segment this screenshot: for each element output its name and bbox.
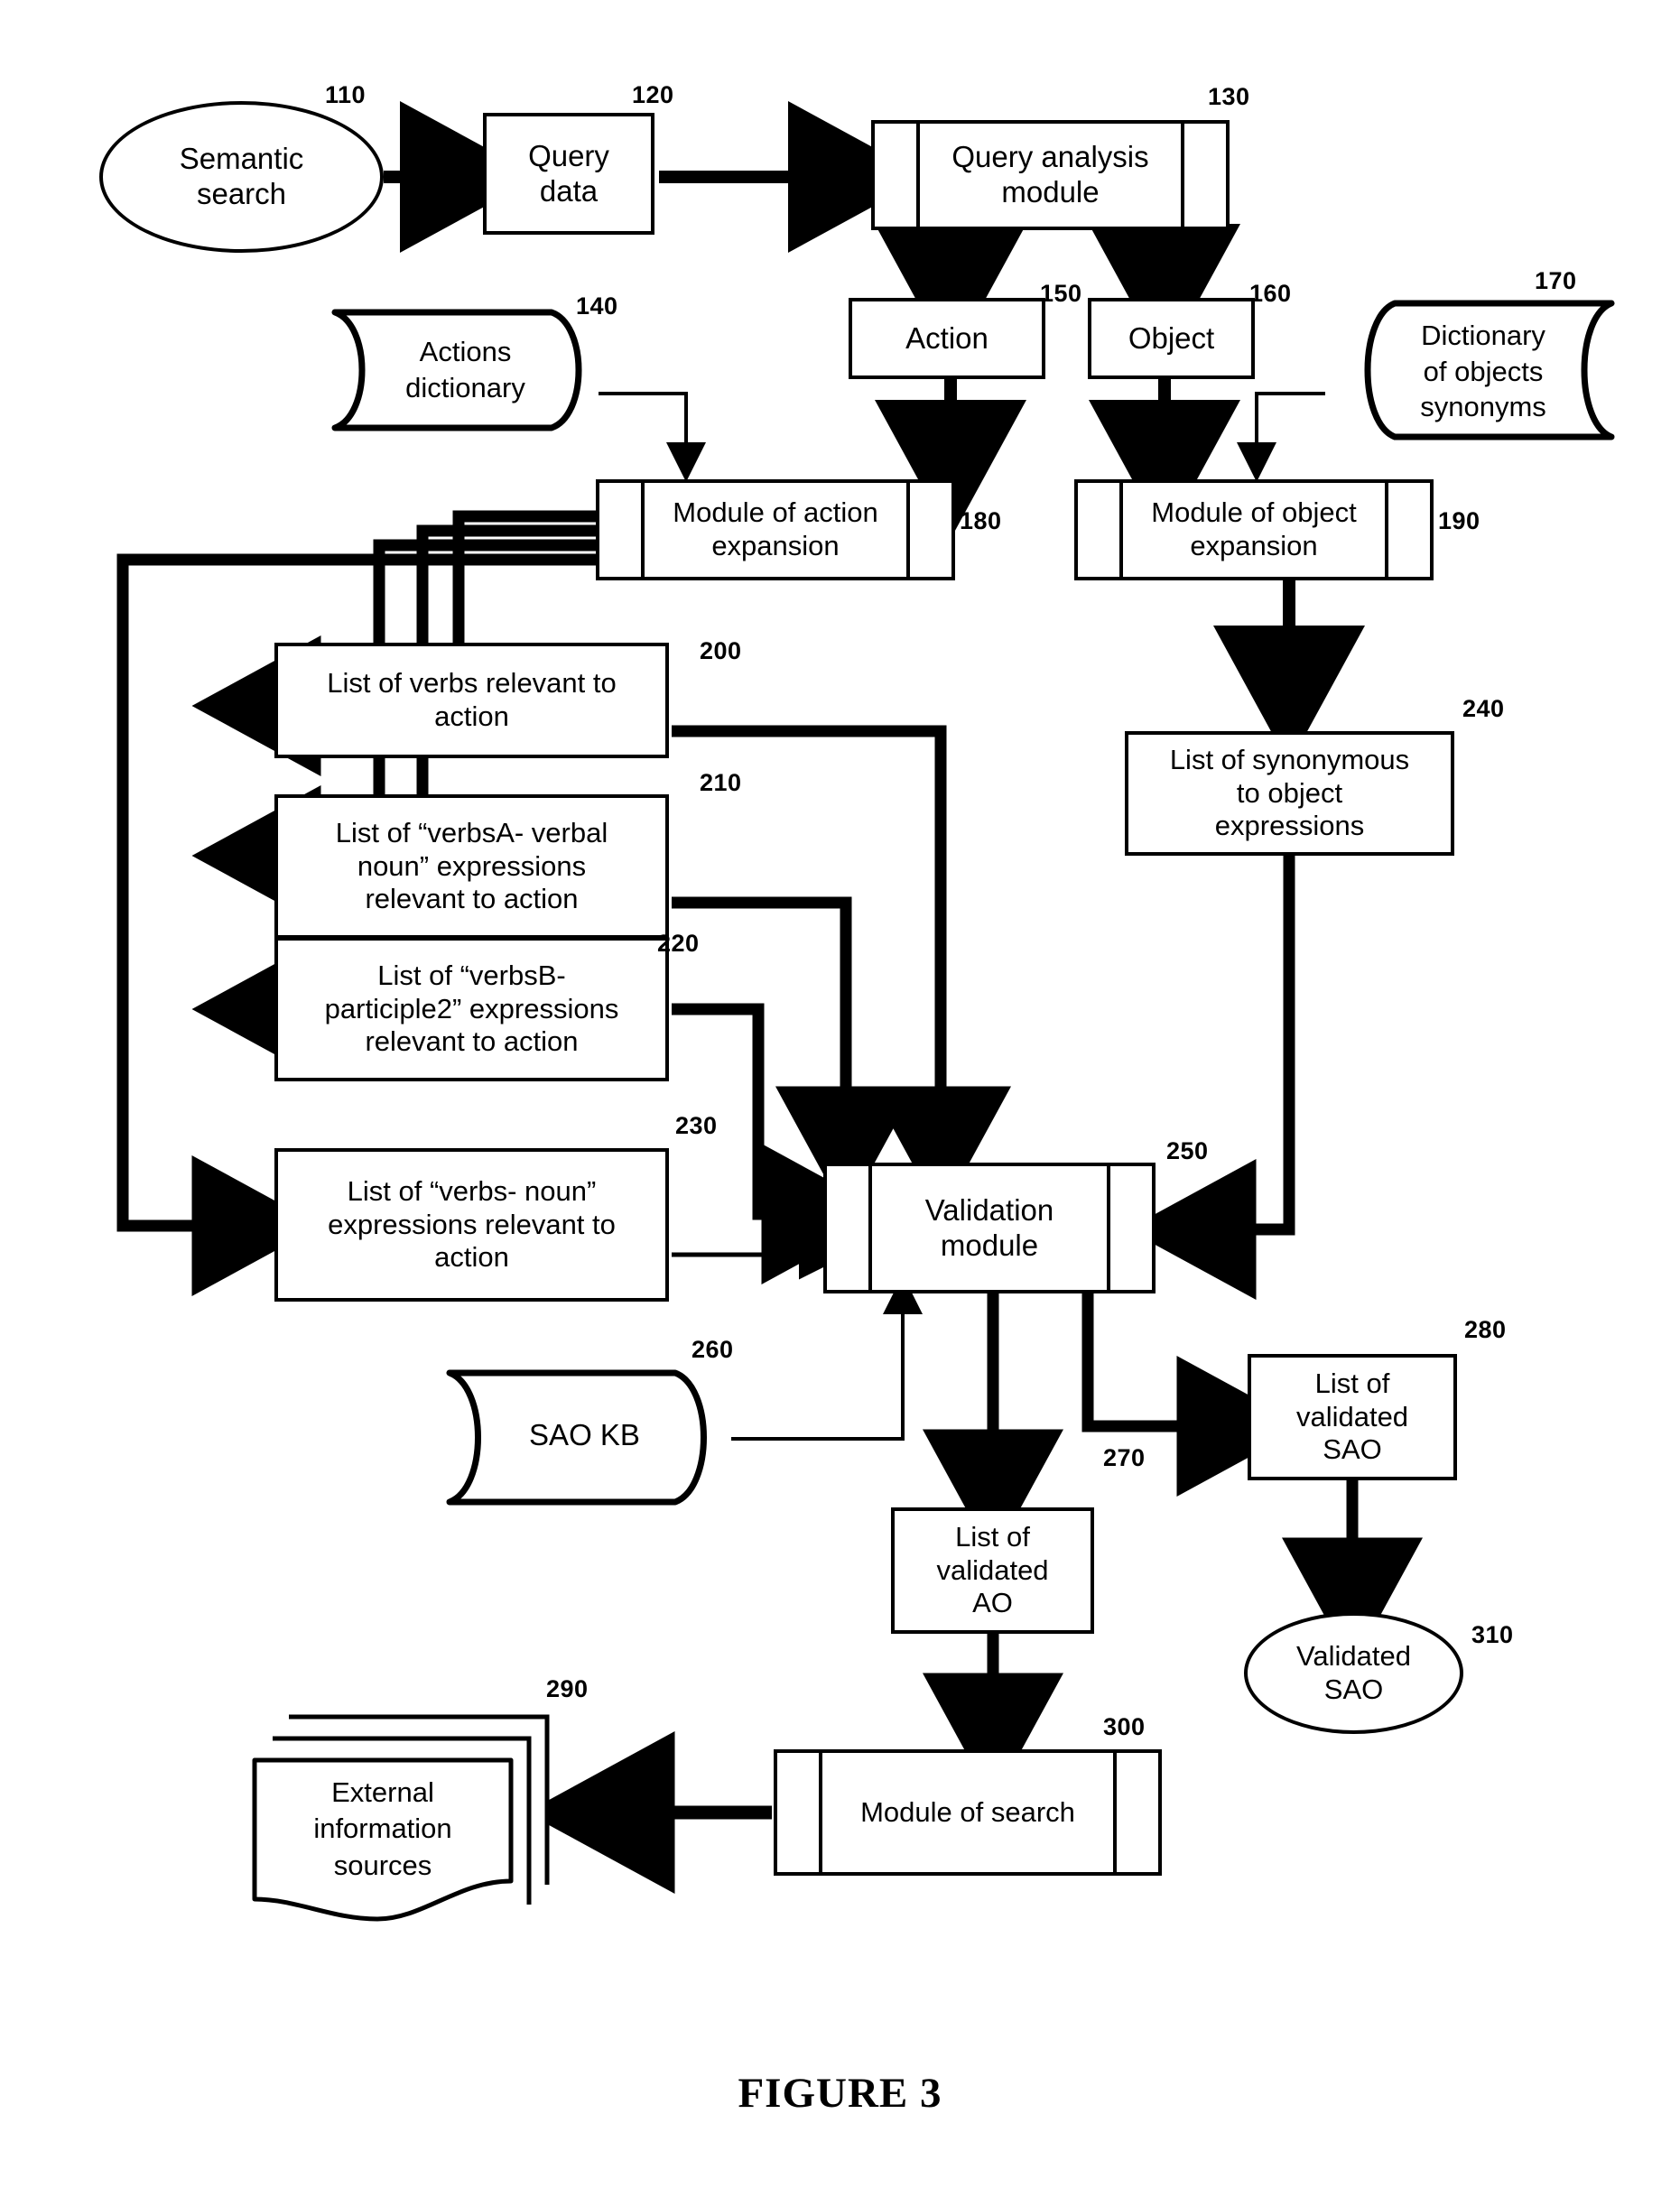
- node-list-verbs-noun[interactable]: List of “verbs- noun” expressions releva…: [274, 1148, 669, 1302]
- patent-figure: Semantic search 110 Query data 120 Query…: [0, 0, 1680, 2188]
- wire-validation-to-list280: [1081, 1293, 1306, 1497]
- ref-310: 310: [1471, 1621, 1514, 1648]
- ref-190: 190: [1438, 507, 1480, 534]
- node-module-of-action-expansion[interactable]: Module of action expansion: [596, 479, 955, 580]
- node-list-verbsb-participle2[interactable]: List of “verbsB- participle2” expression…: [274, 937, 669, 1081]
- node-list-verbs-noun-label: List of “verbs- noun” expressions releva…: [328, 1175, 616, 1274]
- node-semantic-search-label: Semantic search: [179, 142, 304, 210]
- node-external-information-sources-label: External information sources: [313, 1776, 452, 1881]
- node-external-information-sources[interactable]: External information sources: [242, 1704, 603, 1930]
- node-sao-kb-label: SAO KB: [529, 1418, 640, 1451]
- node-actions-dictionary[interactable]: Actions dictionary: [328, 307, 603, 433]
- node-module-of-search-label: Module of search: [860, 1795, 1075, 1828]
- node-semantic-search[interactable]: Semantic search: [99, 101, 384, 253]
- node-list-synonymous-object-label: List of synonymous to object expressions: [1169, 744, 1410, 842]
- node-module-of-object-expansion-label: Module of object expansion: [1151, 496, 1357, 561]
- wire-actions-dict-to-action-expansion: [599, 392, 706, 482]
- ref-280: 280: [1464, 1316, 1507, 1343]
- ref-250: 250: [1166, 1137, 1209, 1164]
- ref-120: 120: [632, 81, 674, 108]
- ref-180: 180: [960, 507, 1002, 534]
- wire-saokb-to-validation: [731, 1275, 923, 1441]
- node-list-of-validated-ao-label: List of validated AO: [936, 1521, 1049, 1619]
- node-dictionary-of-objects-synonyms-label: Dictionary of objects synonyms: [1420, 320, 1546, 423]
- ref-130: 130: [1208, 83, 1250, 110]
- node-validation-module[interactable]: Validation module: [823, 1163, 1156, 1293]
- node-validation-module-label: Validation module: [924, 1192, 1054, 1262]
- ref-240: 240: [1462, 695, 1505, 722]
- node-list-verbs-relevant[interactable]: List of verbs relevant to action: [274, 643, 669, 758]
- node-object[interactable]: Object: [1088, 298, 1255, 379]
- ref-200: 200: [700, 637, 742, 664]
- ref-170: 170: [1535, 267, 1577, 294]
- node-list-of-validated-sao-label: List of validated SAO: [1295, 1368, 1409, 1466]
- ref-270: 270: [1103, 1444, 1146, 1471]
- node-query-data-label: Query data: [528, 138, 609, 208]
- node-validated-sao-label: Validated SAO: [1296, 1639, 1411, 1705]
- ref-150: 150: [1040, 280, 1082, 307]
- node-action-label: Action: [905, 320, 989, 355]
- node-dictionary-of-objects-synonyms[interactable]: Dictionary of objects synonyms: [1321, 298, 1619, 442]
- node-list-verbs-relevant-label: List of verbs relevant to action: [327, 667, 617, 732]
- ref-210: 210: [700, 769, 742, 796]
- node-list-verbsa-verbal-noun-label: List of “verbsA- verbal noun” expression…: [335, 817, 608, 915]
- figure-caption: FIGURE 3: [738, 2070, 942, 2117]
- node-query-analysis-module-label: Query analysis module: [951, 140, 1149, 209]
- wire-list240-to-validation: [1127, 848, 1295, 1300]
- ref-140: 140: [576, 292, 618, 320]
- node-object-label: Object: [1128, 320, 1215, 355]
- wire-objects-dict-to-object-expansion: [1237, 392, 1325, 482]
- node-query-analysis-module[interactable]: Query analysis module: [871, 120, 1230, 230]
- node-query-data[interactable]: Query data: [483, 113, 654, 235]
- ref-300: 300: [1103, 1713, 1146, 1740]
- ref-220: 220: [657, 930, 700, 957]
- ref-290: 290: [546, 1675, 589, 1702]
- ref-260: 260: [691, 1336, 734, 1363]
- node-module-of-action-expansion-label: Module of action expansion: [673, 496, 878, 561]
- node-module-of-object-expansion[interactable]: Module of object expansion: [1074, 479, 1434, 580]
- node-action[interactable]: Action: [849, 298, 1045, 379]
- node-actions-dictionary-label: Actions dictionary: [405, 336, 525, 404]
- node-sao-kb[interactable]: SAO KB: [442, 1368, 731, 1507]
- node-validated-sao[interactable]: Validated SAO: [1244, 1612, 1463, 1734]
- ref-110: 110: [325, 81, 367, 108]
- node-list-synonymous-object[interactable]: List of synonymous to object expressions: [1125, 731, 1454, 856]
- node-list-verbsb-participle2-label: List of “verbsB- participle2” expression…: [324, 960, 619, 1058]
- node-module-of-search[interactable]: Module of search: [774, 1749, 1162, 1876]
- node-list-of-validated-sao[interactable]: List of validated SAO: [1248, 1354, 1457, 1480]
- ref-230: 230: [675, 1112, 718, 1139]
- node-list-verbsa-verbal-noun[interactable]: List of “verbsA- verbal noun” expression…: [274, 794, 669, 939]
- ref-160: 160: [1249, 280, 1292, 307]
- node-list-of-validated-ao[interactable]: List of validated AO: [891, 1507, 1094, 1634]
